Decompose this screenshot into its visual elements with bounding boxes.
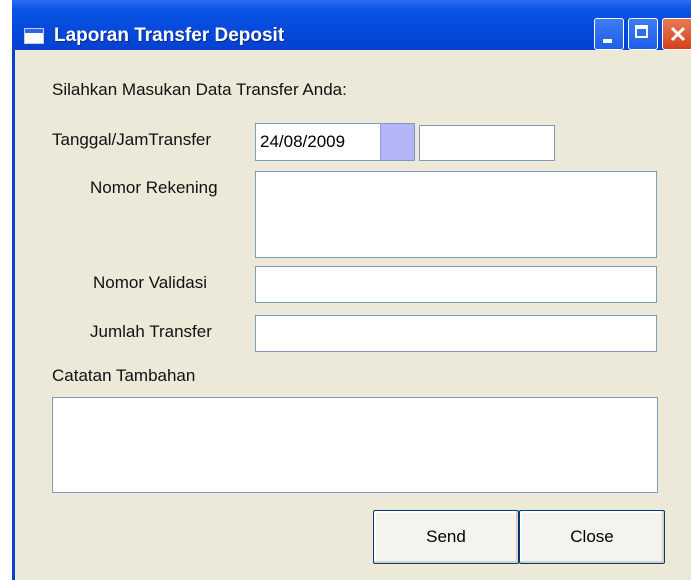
catatan-label: Catatan Tambahan (52, 366, 196, 385)
validasi-input[interactable] (255, 266, 657, 303)
jumlah-input[interactable] (255, 315, 657, 352)
window-icon (24, 28, 44, 44)
close-icon[interactable] (662, 18, 691, 50)
date-value: 24/08/2009 (260, 132, 346, 151)
intro-label: Silahkan Masukan Data Transfer Anda: (52, 80, 347, 99)
validasi-label: Nomor Validasi (93, 273, 208, 292)
maximize-icon[interactable] (628, 18, 658, 50)
catatan-field[interactable] (52, 397, 658, 493)
date-picker[interactable]: 24/08/2009 (255, 123, 415, 161)
send-button[interactable]: Send (373, 510, 519, 564)
dropdown-icon[interactable] (380, 124, 414, 160)
close-button[interactable]: Close (519, 510, 665, 564)
jumlah-label: Jumlah Transfer (90, 322, 212, 341)
window-title: Laporan Transfer Deposit (54, 25, 285, 46)
rekening-field[interactable] (255, 171, 657, 258)
tanggal-label: Tanggal/JamTransfer (52, 130, 212, 149)
time-input[interactable] (419, 125, 555, 161)
rekening-label: Nomor Rekening (90, 178, 218, 197)
minimize-icon[interactable] (594, 18, 624, 50)
